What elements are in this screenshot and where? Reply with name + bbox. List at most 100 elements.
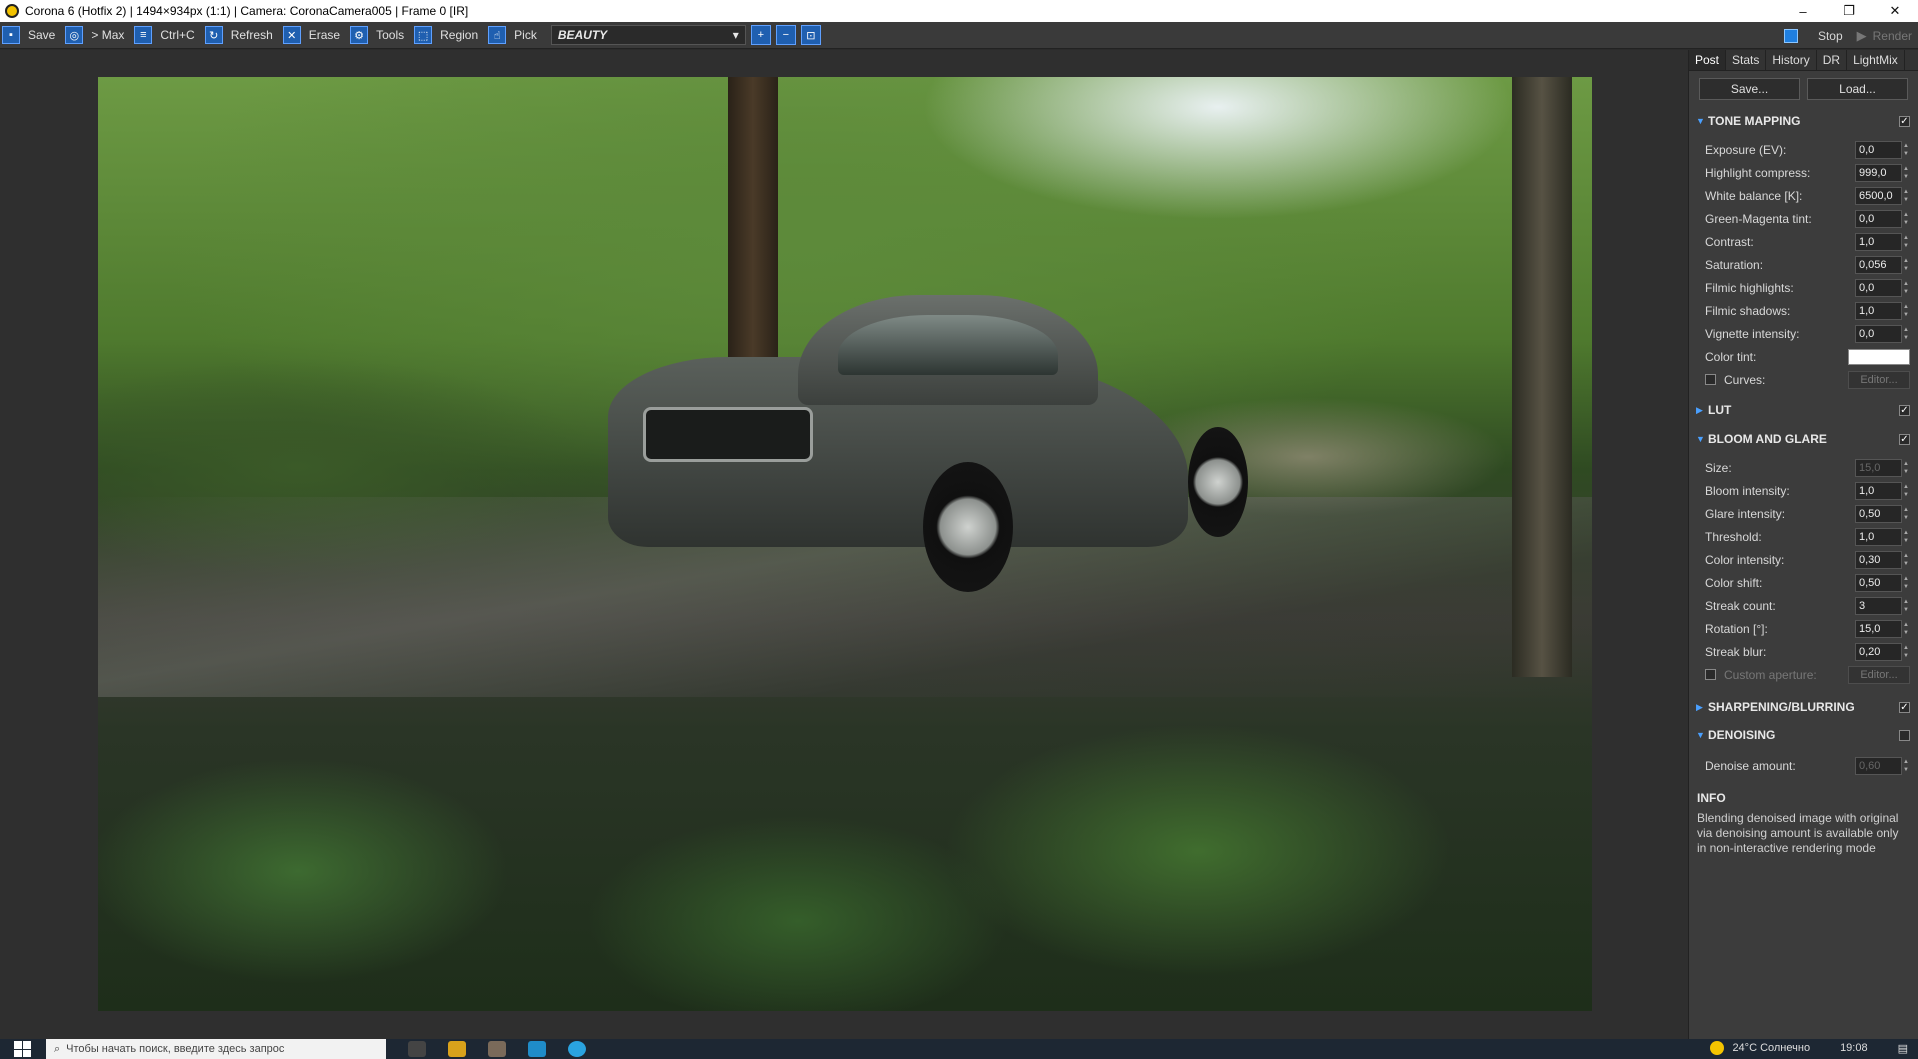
param-value[interactable]: 0,30 (1855, 550, 1902, 569)
save-button[interactable]: ▪ Save (0, 24, 61, 47)
param-value[interactable]: 0,0 (1855, 324, 1902, 343)
aperture-editor-button[interactable]: Editor... (1848, 665, 1910, 684)
param-spinner[interactable]: 0,056 ▲ ▼ (1855, 255, 1910, 274)
param-spinner[interactable]: 0,50 ▲ ▼ (1855, 504, 1910, 523)
copy-button[interactable]: ≡ Ctrl+C (132, 24, 200, 47)
stop-button[interactable]: Stop (1818, 29, 1843, 43)
tab-dr[interactable]: DR (1817, 50, 1848, 70)
render-viewport[interactable] (0, 50, 1688, 1039)
clock[interactable]: 19:08 (1840, 1042, 1868, 1054)
param-value[interactable]: 15,0 (1855, 458, 1902, 477)
param-spinner[interactable]: 1,0 ▲ ▼ (1855, 232, 1910, 251)
zoom-in-icon[interactable]: + (750, 25, 771, 45)
spinner-arrows-icon[interactable]: ▲ ▼ (1902, 211, 1910, 227)
region-button[interactable]: ⬚ Region (412, 24, 484, 47)
minimize-button[interactable]: – (1780, 0, 1826, 22)
tools-button[interactable]: ⚙ Tools (348, 24, 410, 47)
param-value[interactable]: 0,0 (1855, 209, 1902, 228)
spinner-arrows-icon[interactable]: ▲ ▼ (1902, 506, 1910, 522)
3dsmax-taskbar-icon[interactable] (528, 1041, 546, 1057)
zoom-fit-icon[interactable]: ⊡ (800, 25, 821, 45)
spinner-arrows-icon[interactable]: ▲ ▼ (1902, 142, 1910, 158)
post-save-button[interactable]: Save... (1699, 78, 1800, 100)
denoising-header[interactable]: ▼ DENOISING (1689, 724, 1918, 746)
task-view-icon[interactable] (408, 1041, 426, 1057)
denoising-checkbox[interactable] (1899, 729, 1910, 741)
param-value[interactable]: 0,50 (1855, 573, 1902, 592)
refresh-button[interactable]: ↻ Refresh (203, 24, 279, 47)
param-value[interactable]: 1,0 (1855, 481, 1902, 500)
curves-editor-button[interactable]: Editor... (1848, 370, 1910, 389)
param-value[interactable]: 1,0 (1855, 527, 1902, 546)
notification-icon[interactable]: ▤ (1898, 1042, 1908, 1055)
tab-history[interactable]: History (1766, 50, 1817, 70)
param-spinner[interactable]: 15,0 ▲ ▼ (1855, 458, 1910, 477)
pick-button[interactable]: ☝ Pick (486, 24, 543, 47)
param-value[interactable]: 0,0 (1855, 278, 1902, 297)
param-value[interactable]: 0,20 (1855, 642, 1902, 661)
post-load-button[interactable]: Load... (1807, 78, 1908, 100)
sharpening-header[interactable]: ▶ SHARPENING/BLURRING ✓ (1689, 696, 1918, 718)
app-taskbar-icon[interactable] (488, 1041, 506, 1057)
param-spinner[interactable]: 0,30 ▲ ▼ (1855, 550, 1910, 569)
spinner-arrows-icon[interactable]: ▲ ▼ (1902, 529, 1910, 545)
param-value[interactable]: 15,0 (1855, 619, 1902, 638)
rendered-image[interactable] (98, 77, 1592, 1011)
spinner-arrows-icon[interactable]: ▲ ▼ (1902, 326, 1910, 342)
param-spinner[interactable]: 0,0 ▲ ▼ (1855, 209, 1910, 228)
spinner-arrows-icon[interactable]: ▲ ▼ (1902, 644, 1910, 660)
denoise-amount-spinner[interactable]: 0,60 ▲ ▼ (1855, 756, 1910, 775)
spinner-arrows-icon[interactable]: ▲ ▼ (1902, 621, 1910, 637)
param-value[interactable]: 0,0 (1855, 140, 1902, 159)
param-value[interactable]: 0,50 (1855, 504, 1902, 523)
tab-post[interactable]: Post (1689, 50, 1727, 70)
copy-to-max-button[interactable]: ◎ > Max (63, 24, 130, 47)
curves-checkbox[interactable] (1705, 374, 1716, 385)
param-value[interactable]: 0,056 (1855, 255, 1902, 274)
close-button[interactable]: ✕ (1872, 0, 1918, 22)
tab-lightmix[interactable]: LightMix (1847, 50, 1905, 70)
spinner-arrows-icon[interactable]: ▲ ▼ (1902, 483, 1910, 499)
spinner-arrows-icon[interactable]: ▲ ▼ (1902, 460, 1910, 476)
custom-aperture-checkbox[interactable] (1705, 669, 1716, 680)
windows-start-icon[interactable] (14, 1041, 32, 1057)
denoise-amount-value[interactable]: 0,60 (1855, 756, 1902, 775)
param-spinner[interactable]: 1,0 ▲ ▼ (1855, 301, 1910, 320)
spinner-arrows-icon[interactable]: ▲ ▼ (1902, 234, 1910, 250)
zoom-out-icon[interactable]: − (775, 25, 796, 45)
file-explorer-icon[interactable] (448, 1041, 466, 1057)
render-button[interactable]: Render (1873, 29, 1912, 43)
bloom-glare-checkbox[interactable]: ✓ (1899, 433, 1910, 445)
spinner-arrows-icon[interactable]: ▲ ▼ (1902, 303, 1910, 319)
spinner-arrows-icon[interactable]: ▲ ▼ (1902, 165, 1910, 181)
param-spinner[interactable]: 1,0 ▲ ▼ (1855, 527, 1910, 546)
lut-checkbox[interactable]: ✓ (1899, 404, 1910, 416)
sharpening-checkbox[interactable]: ✓ (1899, 701, 1910, 713)
param-spinner[interactable]: 15,0 ▲ ▼ (1855, 619, 1910, 638)
color-tint-swatch[interactable] (1848, 348, 1910, 365)
spinner-arrows-icon[interactable]: ▲ ▼ (1902, 598, 1910, 614)
param-spinner[interactable]: 0,0 ▲ ▼ (1855, 140, 1910, 159)
telegram-icon[interactable] (568, 1041, 586, 1057)
param-spinner[interactable]: 1,0 ▲ ▼ (1855, 481, 1910, 500)
param-spinner[interactable]: 0,0 ▲ ▼ (1855, 324, 1910, 343)
bloom-glare-header[interactable]: ▼ BLOOM AND GLARE ✓ (1689, 428, 1918, 450)
spinner-arrows-icon[interactable]: ▲ ▼ (1902, 575, 1910, 591)
spinner-arrows-icon[interactable]: ▲ ▼ (1902, 257, 1910, 273)
spinner-arrows-icon[interactable]: ▲ ▼ (1902, 552, 1910, 568)
param-spinner[interactable]: 999,0 ▲ ▼ (1855, 163, 1910, 182)
param-spinner[interactable]: 0,0 ▲ ▼ (1855, 278, 1910, 297)
param-value[interactable]: 999,0 (1855, 163, 1902, 182)
param-value[interactable]: 1,0 (1855, 232, 1902, 251)
spinner-arrows-icon[interactable]: ▲ ▼ (1902, 280, 1910, 296)
erase-button[interactable]: ✕ Erase (281, 24, 346, 47)
param-spinner[interactable]: 6500,0 ▲ ▼ (1855, 186, 1910, 205)
lut-header[interactable]: ▶ LUT ✓ (1689, 399, 1918, 421)
taskbar-search-input[interactable]: ⌕ Чтобы начать поиск, введите здесь запр… (46, 1039, 386, 1059)
tone-mapping-checkbox[interactable]: ✓ (1899, 115, 1910, 127)
tab-stats[interactable]: Stats (1726, 50, 1767, 70)
spinner-arrows-icon[interactable]: ▲ ▼ (1902, 758, 1910, 774)
maximize-button[interactable]: ❐ (1826, 0, 1872, 22)
param-value[interactable]: 3 (1855, 596, 1902, 615)
param-value[interactable]: 6500,0 (1855, 186, 1902, 205)
